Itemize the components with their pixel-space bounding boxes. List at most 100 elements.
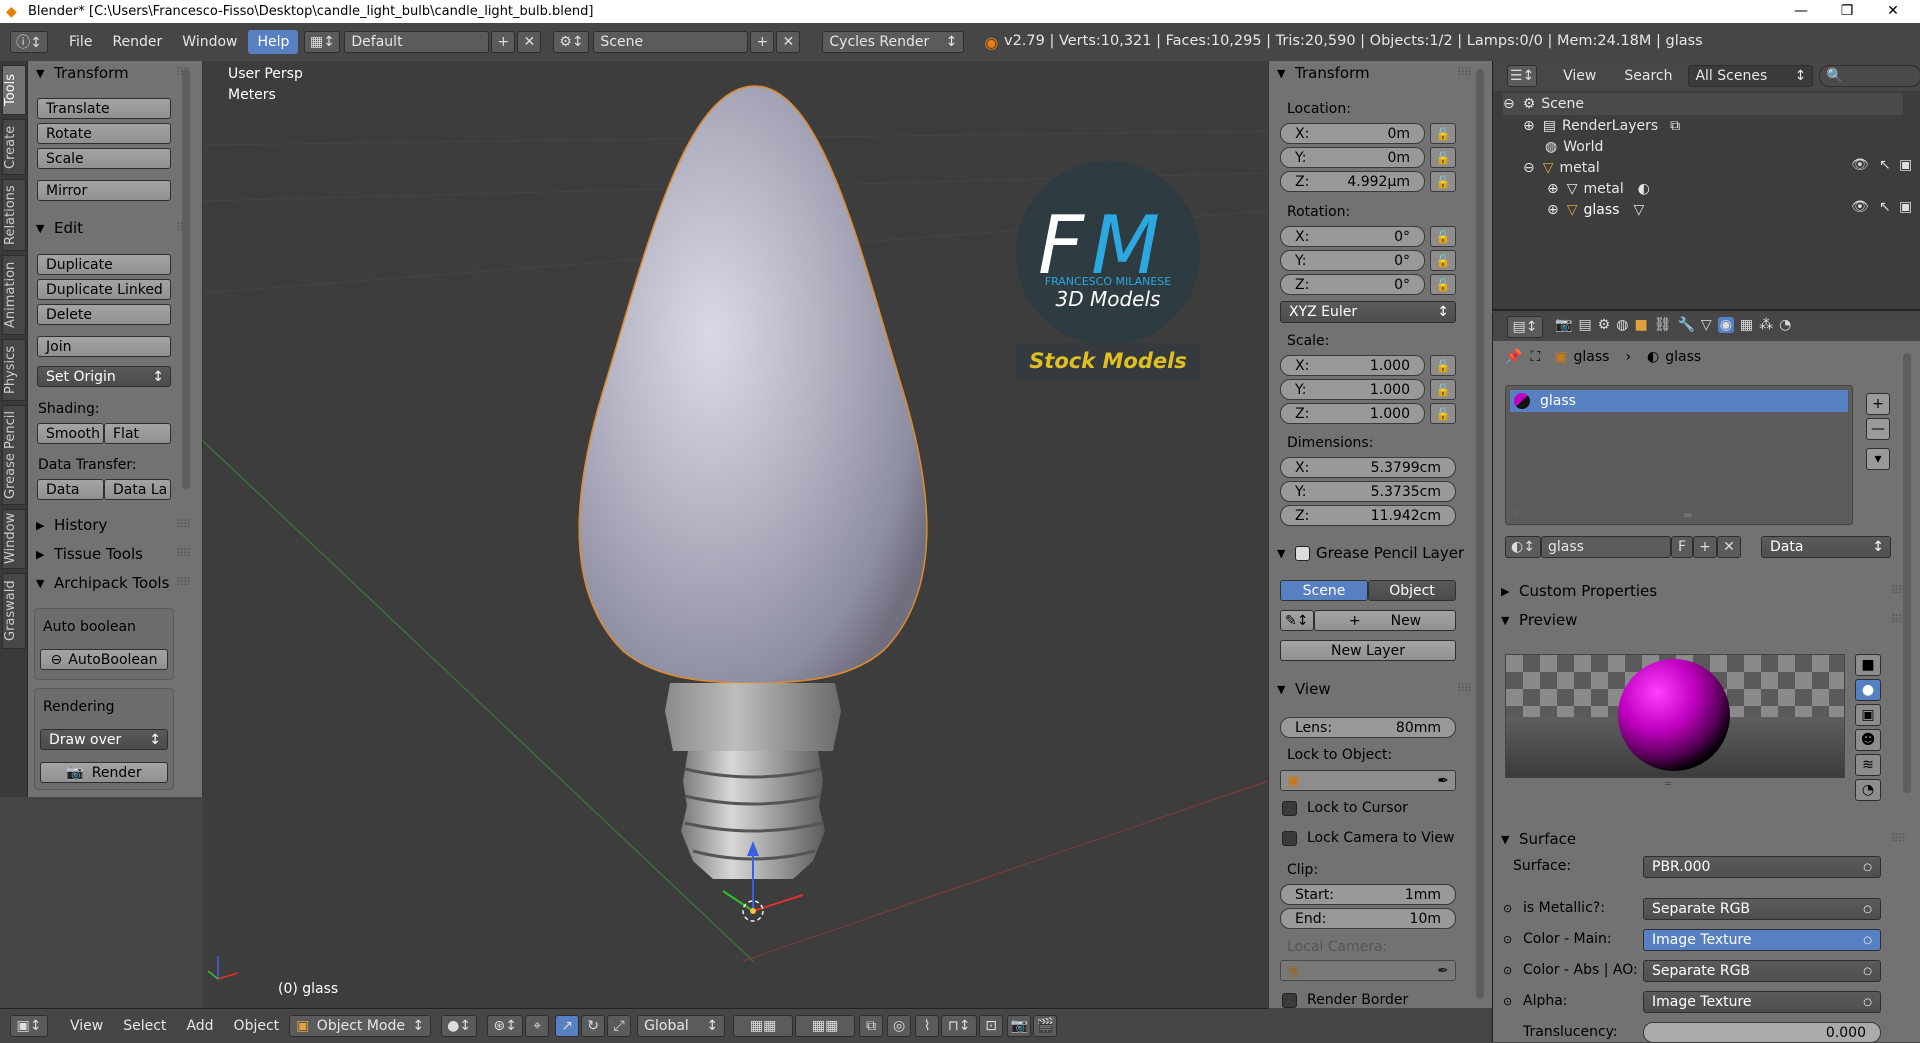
n-transform-header[interactable]: ▼ Transform ⠿⠿ [1269,61,1479,85]
grease-pencil-checkbox[interactable] [1295,545,1310,561]
material-browse-icon[interactable]: ◐↕ [1505,536,1541,558]
layout-field[interactable]: Default [344,31,490,53]
remove-layout-icon[interactable]: ✕ [517,31,542,53]
lens-field[interactable]: Lens: 80mm [1280,717,1456,738]
outliner-row-scene[interactable]: ⊖ ⚙ Scene [1503,93,1903,115]
scale-y-field[interactable]: Y: 1.000 [1280,379,1425,400]
rotate-button[interactable]: Rotate [37,123,171,144]
pencil-icon[interactable]: ✎↕ [1280,610,1314,631]
edit-panel-header[interactable]: ▼Edit⠿⠿ [28,216,198,240]
properties-editor-icon[interactable]: ▤↕ [1507,316,1543,338]
modifiers-tab-icon[interactable]: 🔧 [1677,317,1694,333]
add-scene-icon[interactable]: + [750,31,775,53]
render-button[interactable]: 📷 Render [40,762,168,783]
render-engine-dropdown[interactable]: Cycles Render ↕ [822,31,965,53]
3d-viewport[interactable]: F M FRANCESCO MILANESE 3D Models Stock M… [203,61,1268,1008]
physics-tab-icon[interactable]: ◔ [1779,317,1791,333]
render-camera-icon[interactable]: ▣ [1899,199,1912,215]
dimension-z-field[interactable]: Z: 11.942cm [1280,505,1456,526]
pivot-point-icon[interactable]: ⊛↕ [487,1014,524,1037]
snap-target-icon[interactable]: ⊡ [979,1014,1004,1037]
dimension-y-field[interactable]: Y: 5.3735cm [1280,481,1456,502]
flat-button[interactable]: Flat [104,423,171,444]
menu-render[interactable]: Render [103,30,171,54]
color-main-dropdown[interactable]: Image Texture ○ [1643,929,1881,951]
rotation-mode-dropdown[interactable]: XYZ Euler ↕ [1280,301,1456,323]
manipulator-toggle-icon[interactable]: ⌖ [525,1014,550,1037]
outliner-search-field[interactable]: 🔍 [1819,65,1920,87]
preview-monkey-icon[interactable]: ☻ [1855,729,1881,751]
tab-physics[interactable]: Physics [2,339,26,401]
lock-icon[interactable]: 🔓 [1430,274,1456,295]
duplicate-button[interactable]: Duplicate [37,254,171,275]
rotate-manipulator-icon[interactable]: ↻ [581,1014,606,1037]
render-layers-tab-icon[interactable]: ▤ [1578,317,1591,333]
translate-manipulator-icon[interactable]: ↗ [555,1014,580,1037]
outliner-editor-icon[interactable]: ☰↕ [1507,65,1538,87]
surface-header[interactable]: ▼ Surface ⠿⠿ [1493,827,1913,851]
maximize-icon[interactable]: ❐ [1824,0,1870,23]
smooth-button[interactable]: Smooth [37,423,104,444]
tab-window[interactable]: Window [2,509,26,569]
grease-object-button[interactable]: Object [1368,580,1456,601]
unlink-material-icon[interactable]: ✕ [1717,536,1741,558]
outliner-row-world[interactable]: ◍ World [1545,136,1603,158]
history-panel-header[interactable]: ▶ History ⠿⠿ [28,513,198,537]
outliner-row-metal-object[interactable]: ⊖ ▽ metal [1523,157,1600,179]
view-menu[interactable]: View [60,1018,113,1034]
remove-slot-icon[interactable]: — [1866,418,1890,440]
visibility-eye-icon[interactable]: 👁 [1851,157,1869,173]
location-x-field[interactable]: X: 0m [1280,123,1425,144]
close-icon[interactable]: ✕ [1870,0,1916,23]
proportional-edit-icon[interactable]: ◎ [887,1014,912,1037]
socket-expand-icon[interactable]: ⊙ [1503,995,1512,1008]
slot-menu-icon[interactable]: ▾ [1866,448,1890,470]
auto-boolean-button[interactable]: ⊖ AutoBoolean [40,649,168,670]
lock-icon[interactable]: 🔓 [1430,403,1456,424]
scale-button[interactable]: Scale [37,148,171,169]
material-slot-selected[interactable]: glass [1510,390,1848,412]
new-layer-button[interactable]: New Layer [1280,640,1456,661]
outliner-filter-dropdown[interactable]: All Scenes ↕ [1688,65,1814,87]
snap-element-icon[interactable]: ⊓↕ [941,1014,978,1037]
location-z-field[interactable]: Z: 4.992µm [1280,171,1425,192]
select-menu[interactable]: Select [113,1018,176,1034]
material-name-field[interactable]: glass [1541,536,1671,558]
scene-tab-icon[interactable]: ⚙ [1598,317,1611,333]
outliner-row-metal-mesh[interactable]: ⊕ ▽ metal ◐ [1547,178,1650,200]
world-tab-icon[interactable]: ◍ [1616,317,1628,333]
visibility-eye-icon[interactable]: 👁 [1851,199,1869,215]
fake-user-button[interactable]: F [1671,536,1693,558]
scene-field[interactable]: Scene [593,31,749,53]
tab-create[interactable]: Create [2,119,26,175]
outliner-row-glass[interactable]: ⊕ ▽ glass ▽ [1547,199,1644,221]
collapse-icon[interactable]: ⊖ [1523,160,1535,176]
color-abs-dropdown[interactable]: Separate RGB ○ [1643,960,1881,982]
rotation-x-field[interactable]: X: 0° [1280,226,1425,247]
alpha-dropdown[interactable]: Image Texture ○ [1643,991,1881,1013]
menu-file[interactable]: File [60,30,101,54]
opengl-animation-icon[interactable]: 🎬 [1033,1014,1058,1037]
menu-help[interactable]: Help [248,30,299,54]
eyedropper-icon[interactable]: ✒ [1437,963,1449,979]
add-menu[interactable]: Add [176,1018,223,1034]
outliner-view-menu[interactable]: View [1563,68,1596,84]
texture-tab-icon[interactable]: ▦ [1740,317,1753,333]
grip-icon[interactable]: ⠿⠿ [1457,66,1472,79]
local-camera-field[interactable]: ▣ ✒ [1280,960,1456,981]
lock-camera-checkbox[interactable] [1282,831,1297,846]
transform-orientation-dropdown[interactable]: Global ↕ [637,1014,726,1037]
link-data-dropdown[interactable]: Data ↕ [1761,536,1891,558]
data-layers-button[interactable]: Data La [104,479,171,500]
render-border-checkbox[interactable] [1282,993,1297,1008]
grease-new-button[interactable]: + New [1314,610,1456,631]
add-layout-icon[interactable]: + [491,31,516,53]
particles-tab-icon[interactable]: ⁂ [1759,317,1773,333]
transform-panel-header[interactable]: ▼Transform⠿⠿ [28,61,198,85]
eyedropper-icon[interactable]: ✒ [1437,773,1449,789]
preview-cube-icon[interactable]: ▣ [1855,704,1881,726]
scale-z-field[interactable]: Z: 1.000 [1280,403,1425,424]
lock-icon[interactable]: 🔓 [1430,250,1456,271]
draw-over-dropdown[interactable]: Draw over ↕ [40,729,168,750]
lock-icon[interactable]: 🔓 [1430,123,1456,144]
